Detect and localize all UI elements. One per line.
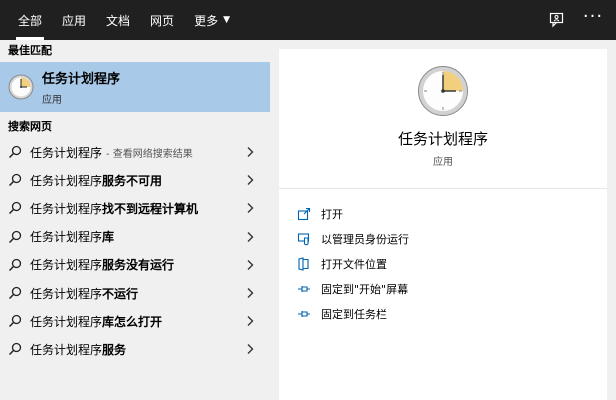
- detail-title: 任务计划程序: [397, 130, 488, 148]
- best-match-subtitle: 应用: [42, 95, 62, 106]
- result-query: 任务计划程序: [30, 173, 103, 188]
- result-suffix: 不运行: [102, 286, 139, 301]
- chevron-down-icon: ▼: [223, 15, 230, 25]
- chevron-right-icon[interactable]: [246, 146, 254, 158]
- chevron-right-icon[interactable]: [246, 202, 254, 214]
- result-suffix: 服务没有运行: [102, 258, 175, 273]
- action-label: 打开: [321, 207, 343, 221]
- chevron-right-icon[interactable]: [246, 174, 254, 186]
- tab-documents[interactable]: 文档: [96, 0, 140, 40]
- chevron-right-icon[interactable]: [246, 231, 254, 243]
- open-icon: [297, 207, 311, 220]
- search-result-item[interactable]: 任务计划程序 不运行: [0, 279, 270, 307]
- open-file-location-action[interactable]: 打开文件位置: [279, 251, 607, 276]
- tab-more[interactable]: 更多 ▼: [184, 0, 240, 40]
- action-label: 固定到任务栏: [321, 307, 387, 321]
- tab-web[interactable]: 网页: [140, 0, 184, 40]
- search-result-item[interactable]: 任务计划程序 库怎么打开: [0, 307, 270, 335]
- tab-label: 网页: [150, 13, 175, 28]
- tab-all[interactable]: 全部: [8, 0, 52, 40]
- search-result-item[interactable]: 任务计划程序 找不到远程计算机: [0, 194, 270, 222]
- result-query: 任务计划程序: [30, 201, 103, 216]
- action-label: 打开文件位置: [321, 257, 387, 271]
- action-list: 打开 以管理员身份运行 打开文件位置 固定到"开始"屏幕 固定到任务栏: [279, 189, 607, 326]
- more-options-icon[interactable]: ···: [578, 0, 608, 44]
- chevron-right-icon[interactable]: [246, 259, 254, 271]
- open-action[interactable]: 打开: [279, 201, 607, 226]
- result-query: 任务计划程序: [30, 314, 103, 329]
- chevron-right-icon[interactable]: [246, 343, 254, 355]
- result-suffix: 服务不可用: [102, 173, 163, 188]
- tab-label: 文档: [106, 13, 131, 28]
- search-icon: [8, 286, 22, 300]
- search-result-item[interactable]: 任务计划程序库: [0, 223, 270, 251]
- search-icon: [8, 202, 22, 215]
- results-panel: 最佳匹配 任务计划程序 应用 搜索网页 任务计划程序 - 查看网络搜索结果 任务计划…: [0, 40, 270, 400]
- detail-header: 任务计划程序 应用: [279, 49, 607, 189]
- search-result-item[interactable]: 任务计划程序 - 查看网络搜索结果: [0, 138, 270, 166]
- pin-icon: [298, 285, 310, 292]
- result-query: 任务计划程序: [30, 145, 103, 160]
- result-suffix: 找不到远程计算机: [102, 201, 199, 216]
- result-suffix: 库怎么打开: [102, 314, 163, 329]
- search-result-item[interactable]: 任务计划程序 服务: [0, 335, 270, 363]
- result-hint: - 查看网络搜索结果: [106, 148, 193, 160]
- pin-to-taskbar-action[interactable]: 固定到任务栏: [279, 301, 607, 326]
- chevron-right-icon[interactable]: [246, 315, 254, 327]
- web-search-results: 任务计划程序 - 查看网络搜索结果 任务计划程序 服务不可用 任务计划程序 找不到远程计算…: [0, 138, 270, 364]
- file-location-icon: [298, 256, 309, 271]
- tab-apps[interactable]: 应用: [52, 0, 96, 40]
- detail-subtitle: 应用: [433, 157, 453, 168]
- best-match-title: 任务计划程序: [42, 72, 121, 87]
- feedback-icon[interactable]: [542, 0, 572, 40]
- action-label: 以管理员身份运行: [321, 232, 409, 246]
- clock-icon: [418, 66, 468, 116]
- best-match-heading: 最佳匹配: [8, 44, 52, 57]
- search-result-item[interactable]: 任务计划程序 服务没有运行: [0, 251, 270, 279]
- search-icon: [8, 315, 22, 328]
- clock-icon: [8, 74, 34, 100]
- pin-to-start-action[interactable]: 固定到"开始"屏幕: [279, 276, 607, 301]
- search-icon: [8, 174, 22, 187]
- tab-label: 全部: [18, 13, 43, 28]
- result-query: 任务计划程序: [30, 258, 103, 273]
- search-icon: [8, 230, 22, 243]
- tab-label: 更多: [194, 13, 219, 28]
- tab-label: 应用: [62, 13, 87, 28]
- result-query: 任务计划程序: [30, 230, 103, 245]
- best-match-item[interactable]: 任务计划程序 应用: [0, 62, 270, 112]
- detail-panel: 任务计划程序 应用 打开 以管理员身份运行 打开文件位置 固定到"开始"屏幕 固…: [279, 49, 607, 400]
- search-header: 全部 应用 文档 网页 更多 ▼ ···: [0, 0, 616, 40]
- action-label: 固定到"开始"屏幕: [321, 282, 409, 296]
- run-as-admin-icon: [297, 232, 310, 245]
- result-query: 任务计划程序: [30, 286, 103, 301]
- chevron-right-icon[interactable]: [246, 287, 254, 299]
- pin-icon: [298, 310, 310, 317]
- search-result-item[interactable]: 任务计划程序 服务不可用: [0, 166, 270, 194]
- search-icon: [8, 258, 22, 271]
- web-search-heading: 搜索网页: [8, 120, 52, 133]
- result-suffix: 服务: [102, 342, 127, 357]
- result-query: 任务计划程序: [30, 342, 103, 357]
- search-icon: [8, 145, 22, 159]
- search-icon: [8, 343, 22, 356]
- run-as-admin-action[interactable]: 以管理员身份运行: [279, 226, 607, 251]
- result-suffix: 库: [102, 230, 115, 245]
